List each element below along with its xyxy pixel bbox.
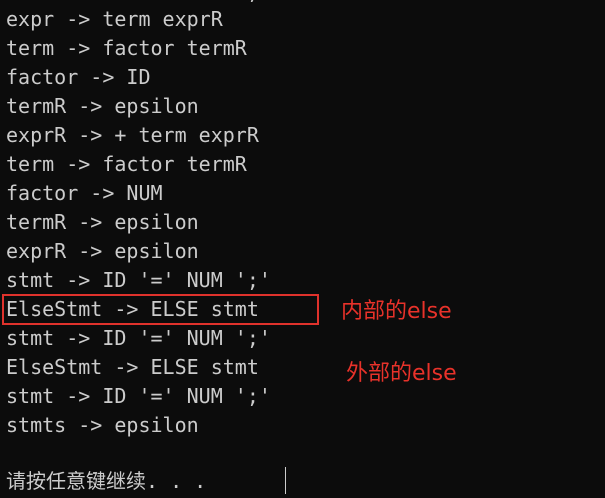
console-line: term -> factor termR	[6, 152, 247, 176]
console-line: termR -> epsilon	[6, 210, 199, 234]
console-line: expr -> term exprR	[6, 7, 223, 31]
console-line: ElseStmt -> ELSE stmt	[6, 355, 259, 379]
continue-prompt: 请按任意键继续. . .	[6, 469, 207, 493]
console-line-partial: stmt -> ID '=' NUM ';'	[6, 0, 271, 4]
console-line: exprR -> + term exprR	[6, 123, 259, 147]
console-line: stmts -> epsilon	[6, 413, 199, 437]
partial-top-line: stmt -> ID '=' NUM ';'	[0, 0, 605, 4]
highlight-box	[2, 294, 319, 325]
console-line: termR -> epsilon	[6, 94, 199, 118]
console-line: factor -> ID	[6, 65, 151, 89]
console-line: factor -> NUM	[6, 181, 163, 205]
console-line: stmt -> ID '=' NUM ';'	[6, 326, 271, 350]
console-line: term -> factor termR	[6, 36, 247, 60]
annotation-inner-else: 内部的else	[341, 299, 452, 324]
console-line: exprR -> epsilon	[6, 239, 199, 263]
console-line: stmt -> ID '=' NUM ';'	[6, 268, 271, 292]
console-line: stmt -> ID '=' NUM ';'	[6, 384, 271, 408]
console-window: stmt -> ID '=' NUM ';' expr -> term expr…	[0, 0, 605, 498]
text-cursor	[285, 467, 286, 494]
annotation-outer-else: 外部的else	[346, 361, 457, 386]
